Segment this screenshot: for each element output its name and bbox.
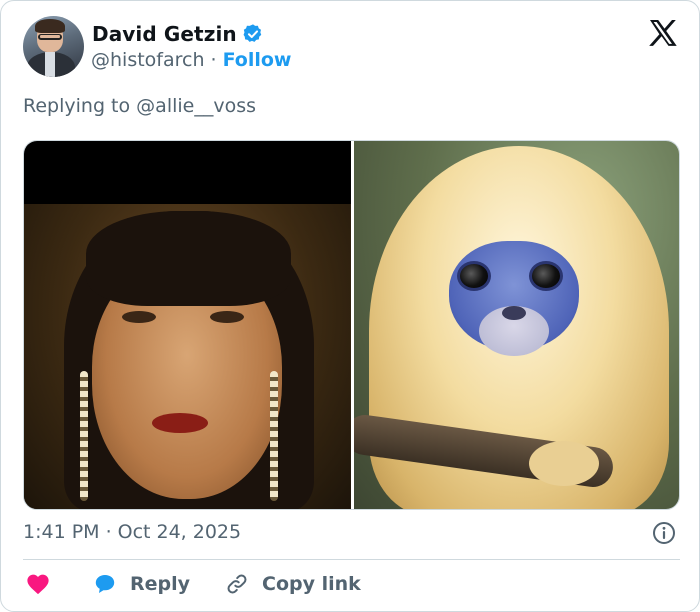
link-icon	[227, 574, 247, 594]
timestamp-date: Oct 24, 2025	[117, 521, 242, 543]
speech-bubble-icon	[95, 575, 115, 593]
copy-link-label: Copy link	[262, 573, 361, 595]
photo-left-eye	[210, 311, 244, 323]
photo-right-eye	[529, 261, 563, 291]
replying-mention[interactable]: @allie__voss	[136, 95, 256, 117]
actions-divider	[23, 559, 680, 560]
photo-left-earring	[80, 371, 88, 501]
copy-link-button[interactable]: Copy link	[225, 572, 361, 596]
avatar[interactable]	[23, 16, 84, 77]
avatar-figure-hair	[35, 19, 65, 33]
photo-right-paw	[529, 441, 599, 486]
avatar-figure-glasses	[38, 34, 62, 40]
photo-woman-portrait[interactable]	[24, 141, 351, 509]
tweet-timestamp[interactable]: 1:41 PM · Oct 24, 2025	[23, 521, 241, 543]
heart-icon	[27, 574, 49, 595]
photo-golden-monkey[interactable]	[354, 141, 679, 509]
handle-separator: ·	[210, 49, 217, 71]
photo-right-eye	[457, 261, 491, 291]
photo-right-nose	[502, 306, 526, 320]
author-name-row: David Getzin	[92, 22, 264, 46]
info-icon[interactable]	[652, 521, 676, 545]
author-handle[interactable]: @histofarch	[91, 49, 205, 71]
media-grid	[23, 140, 680, 510]
author-display-name[interactable]: David Getzin	[92, 22, 237, 46]
replying-to-line: Replying to @allie__voss	[23, 95, 256, 117]
follow-button[interactable]: Follow	[223, 49, 292, 71]
author-handle-row: @histofarch · Follow	[91, 49, 291, 71]
like-button[interactable]	[25, 571, 51, 597]
reply-label: Reply	[130, 573, 191, 595]
avatar-figure-shirt	[45, 52, 55, 77]
tweet-card: David Getzin @histofarch · Follow Replyi…	[0, 0, 700, 612]
x-logo-icon[interactable]	[649, 19, 679, 47]
photo-left-earring	[270, 371, 278, 501]
tweet-actions: Reply Copy link	[25, 571, 361, 597]
timestamp-time: 1:41 PM	[23, 521, 100, 543]
photo-left-lips	[152, 413, 208, 433]
photo-left-eye	[122, 311, 156, 323]
timestamp-separator: ·	[105, 521, 112, 543]
replying-prefix: Replying to	[23, 95, 131, 117]
photo-left-bangs	[86, 211, 291, 306]
verified-badge-icon	[243, 24, 261, 42]
reply-button[interactable]: Reply	[93, 572, 190, 596]
